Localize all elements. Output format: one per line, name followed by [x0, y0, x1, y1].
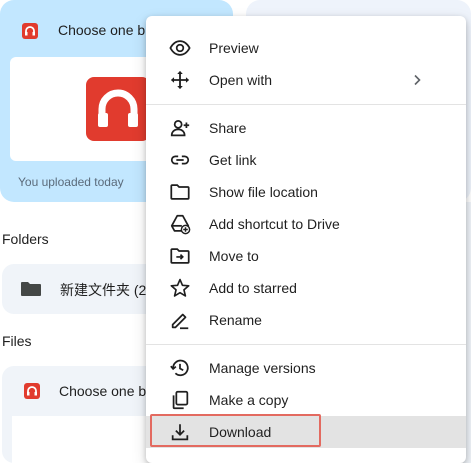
menu-item-label: Make a copy	[209, 392, 289, 408]
menu-item-get-link[interactable]: Get link	[146, 144, 466, 176]
menu-item-show-file-location[interactable]: Show file location	[146, 176, 466, 208]
copy-icon	[172, 390, 189, 410]
move-to-folder-icon	[170, 248, 190, 264]
menu-item-label: Move to	[209, 248, 259, 264]
link-icon	[170, 155, 190, 165]
menu-divider	[146, 104, 466, 105]
menu-item-move-to[interactable]: Move to	[146, 240, 466, 272]
history-icon	[170, 359, 189, 377]
menu-item-add-to-starred[interactable]: Add to starred	[146, 272, 466, 304]
folder-name: 新建文件夹 (2	[60, 282, 147, 298]
menu-item-label: Share	[209, 120, 247, 136]
file-name: Choose one b	[59, 383, 147, 399]
menu-item-label: Get link	[209, 152, 257, 168]
folders-heading: Folders	[2, 231, 49, 247]
menu-item-rename[interactable]: Rename	[146, 304, 466, 336]
folder-icon	[21, 282, 41, 296]
menu-item-label: Open with	[209, 72, 273, 88]
upload-meta: You uploaded today	[18, 175, 124, 189]
context-menu: Preview Open with Share Get link Show fi…	[146, 16, 466, 463]
file-type-icon	[24, 383, 40, 399]
menu-divider	[146, 344, 466, 345]
eye-icon	[169, 40, 191, 56]
menu-item-label: Add to starred	[209, 280, 297, 296]
pencil-icon	[171, 313, 189, 330]
folder-icon	[170, 184, 190, 200]
drive-shortcut-icon	[170, 214, 191, 235]
file-type-icon	[22, 23, 38, 39]
menu-item-preview[interactable]: Preview	[146, 32, 466, 64]
menu-item-make-a-copy[interactable]: Make a copy	[146, 384, 466, 416]
person-add-icon	[170, 119, 190, 137]
menu-item-label: Show file location	[209, 184, 318, 200]
menu-item-manage-versions[interactable]: Manage versions	[146, 352, 466, 384]
menu-item-open-with[interactable]: Open with	[146, 64, 466, 96]
menu-item-share[interactable]: Share	[146, 112, 466, 144]
open-with-icon	[170, 70, 190, 90]
chevron-right-icon	[414, 74, 421, 86]
menu-item-add-shortcut[interactable]: Add shortcut to Drive	[146, 208, 466, 240]
menu-item-label: Rename	[209, 312, 262, 328]
download-highlight-outline	[150, 414, 321, 447]
headphones-logo-icon	[86, 77, 150, 141]
star-icon	[170, 278, 190, 297]
menu-item-label: Manage versions	[209, 360, 316, 376]
menu-item-label: Preview	[209, 40, 259, 56]
menu-item-label: Add shortcut to Drive	[209, 216, 340, 232]
files-heading: Files	[2, 333, 32, 349]
